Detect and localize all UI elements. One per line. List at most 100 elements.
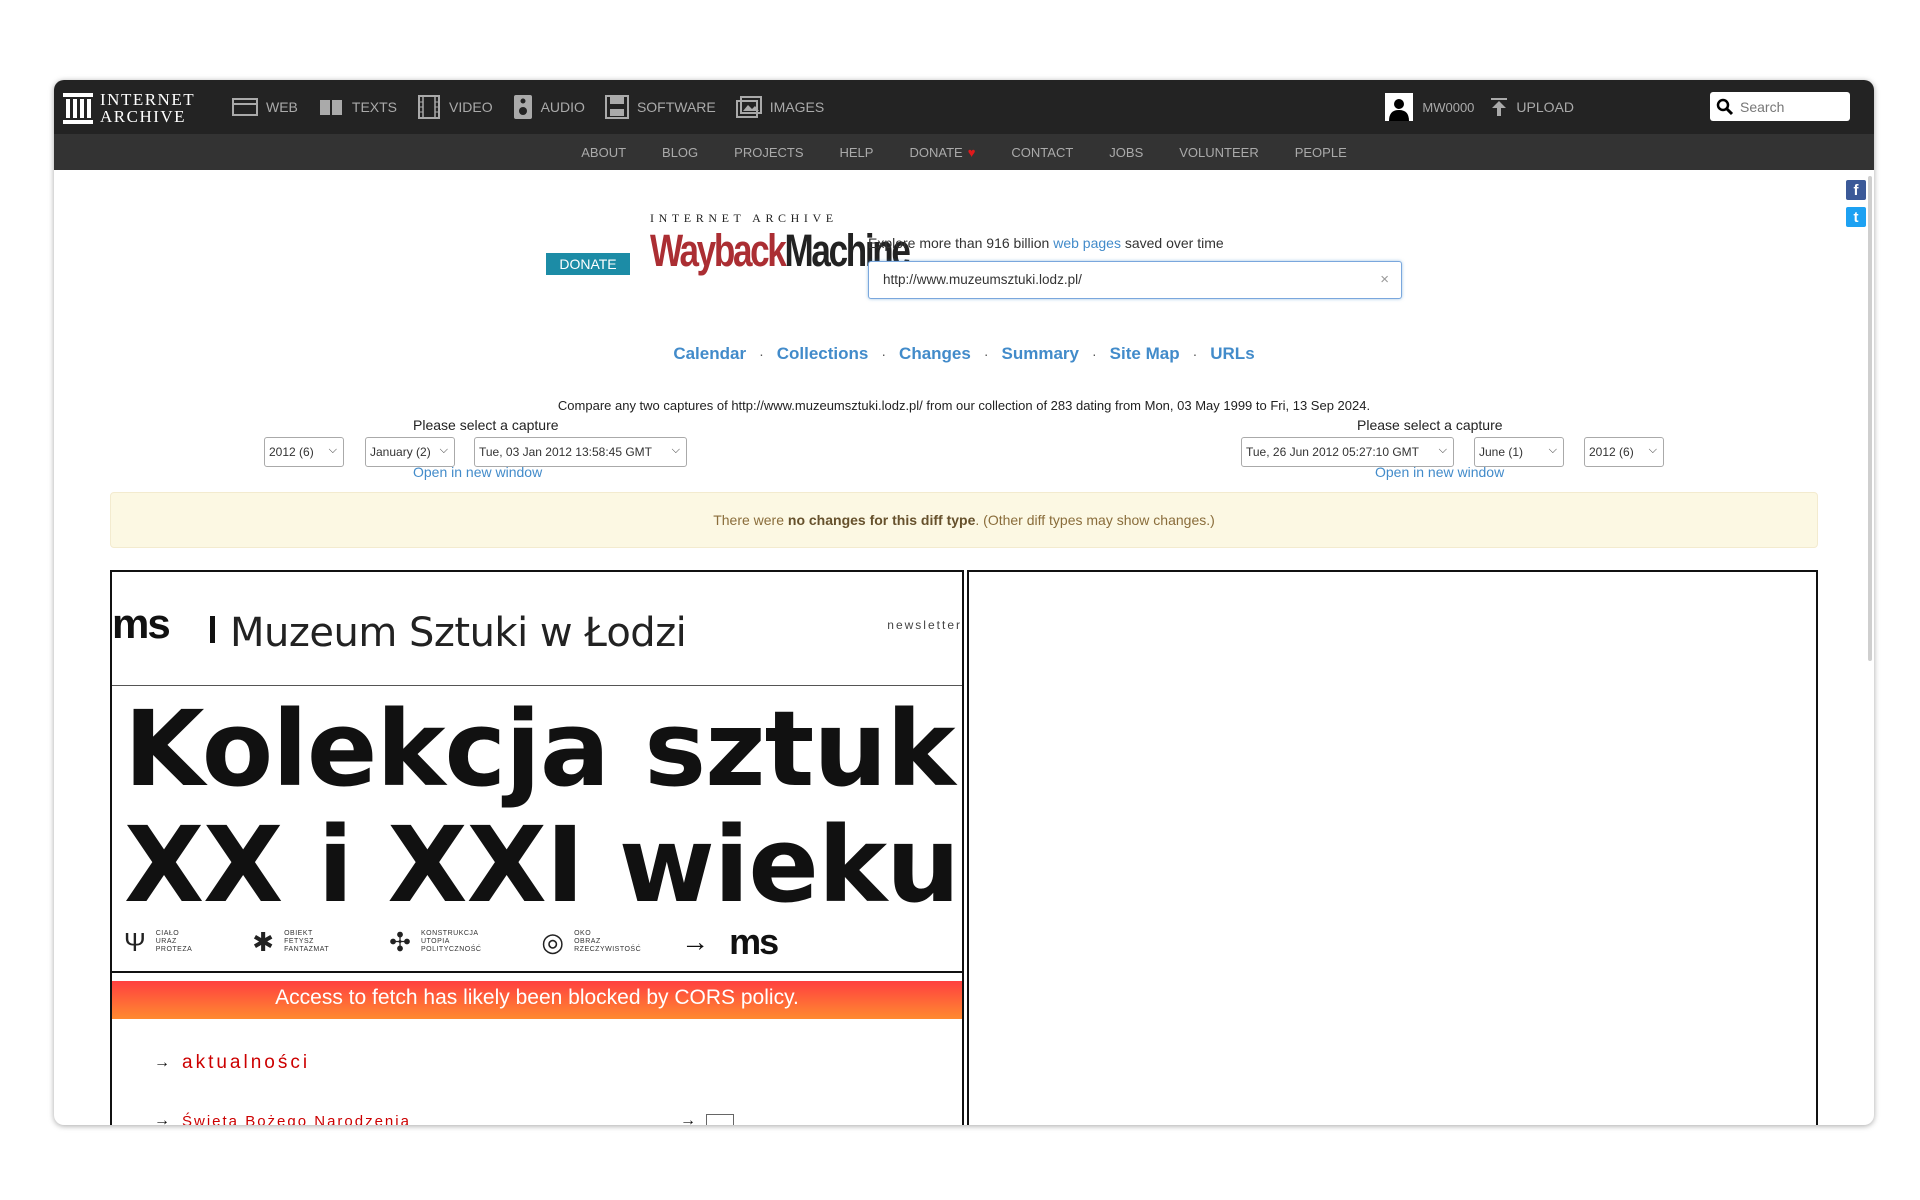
news-item[interactable]: → Święta Bożego Narodzenia	[154, 1112, 411, 1125]
banner-icon-text: CIAŁO	[155, 930, 180, 937]
right-diff-pane[interactable]	[967, 570, 1818, 1125]
search-box[interactable]	[1710, 92, 1850, 121]
right-year-select[interactable]: 2012 (6) ⌵	[1584, 437, 1664, 467]
banner-icon-construction: ✣ KONSTRUKCJA UTOPIA POLITYCZNOŚĆ	[389, 927, 481, 958]
banner-icon-text: UTOPIA	[420, 938, 450, 945]
user-area: MW0000 UPLOAD	[1385, 80, 1574, 134]
nav-projects[interactable]: PROJECTS	[734, 145, 803, 160]
tab-site-map[interactable]: Site Map	[1110, 344, 1180, 364]
tab-separator: ·	[759, 346, 764, 362]
right-timestamp-value: Tue, 26 Jun 2012 05:27:10 GMT	[1246, 445, 1419, 459]
user-avatar[interactable]	[1385, 93, 1414, 121]
heart-icon: ♥	[967, 144, 976, 160]
twitter-icon[interactable]: t	[1846, 207, 1866, 227]
top-navbar: INTERNET ARCHIVE WEB TEXTS VIDEO AUDIO S…	[54, 80, 1874, 134]
wayback-donate-button[interactable]: DONATE	[546, 253, 630, 275]
social-share: f t	[1846, 180, 1866, 234]
tab-summary[interactable]: Summary	[1002, 344, 1079, 364]
banner-line-2: XX i XXI wieku	[124, 804, 960, 926]
nav-contact[interactable]: CONTACT	[1011, 145, 1073, 160]
left-capture-label: Please select a capture	[413, 417, 559, 433]
right-open-new-window[interactable]: Open in new window	[1375, 464, 1504, 480]
nav-people[interactable]: PEOPLE	[1295, 145, 1347, 160]
arrow-right-icon: →	[154, 1112, 170, 1125]
construction-icon: ✣	[389, 926, 411, 957]
left-diff-pane[interactable]: ms Muzeum Sztuki w Łodzi newsletter Kole…	[110, 570, 964, 1125]
tab-separator: ·	[983, 346, 989, 362]
left-month-value: January (2)	[370, 445, 431, 459]
left-month-select[interactable]: January (2) ⌵	[365, 437, 455, 467]
username[interactable]: MW0000	[1422, 100, 1474, 115]
tab-changes[interactable]: Changes	[899, 344, 971, 364]
tab-calendar[interactable]: Calendar	[673, 344, 746, 364]
page-scrollbar[interactable]	[1868, 176, 1872, 661]
nav-volunteer[interactable]: VOLUNTEER	[1179, 145, 1258, 160]
nav-about[interactable]: ABOUT	[581, 145, 626, 160]
media-web[interactable]: WEB	[232, 97, 298, 117]
facebook-icon[interactable]: f	[1846, 180, 1866, 200]
chevron-down-icon: ⌵	[328, 444, 337, 456]
images-icon	[735, 96, 762, 118]
nav-jobs[interactable]: JOBS	[1109, 145, 1143, 160]
browser-window: INTERNET ARCHIVE WEB TEXTS VIDEO AUDIO S…	[54, 80, 1874, 1125]
chevron-down-icon: ⌵	[671, 444, 680, 456]
left-timestamp-select[interactable]: Tue, 03 Jan 2012 13:58:45 GMT ⌵	[474, 437, 687, 467]
collection-banner[interactable]: Kolekcja sztuki XX i XXI wieku Ψ CIAŁO URA…	[112, 687, 962, 973]
nav-donate-label: DONATE	[909, 144, 963, 160]
wayback-tabs: Calendar · Collections · Changes · Summa…	[54, 344, 1874, 364]
right-month-select[interactable]: June (1) ⌵	[1474, 437, 1564, 467]
chevron-down-icon: ⌵	[1648, 444, 1657, 456]
diff-notice: There were no changes for this diff type…	[110, 492, 1818, 548]
compare-description: Compare any two captures of http://www.m…	[557, 398, 1371, 413]
banner-icon-text: FETYSZ	[284, 938, 314, 945]
media-video-label: VIDEO	[449, 99, 493, 115]
nav-donate[interactable]: DONATE ♥	[909, 145, 975, 160]
image-thumbnail-icon[interactable]	[706, 1114, 734, 1125]
upload-button[interactable]: UPLOAD	[1490, 97, 1574, 117]
media-texts[interactable]: TEXTS	[318, 97, 397, 117]
news-heading[interactable]: → aktualności	[154, 1052, 310, 1074]
ms-logo-separator	[210, 616, 215, 643]
media-software[interactable]: SOFTWARE	[604, 95, 716, 119]
archive-building-icon	[63, 93, 93, 124]
banner-icon-text: KONSTRUKCJA	[420, 930, 479, 937]
ms-logo[interactable]: ms	[112, 600, 171, 648]
media-web-label: WEB	[266, 99, 298, 115]
banner-arrow-icon: →	[681, 926, 710, 957]
left-timestamp-value: Tue, 03 Jan 2012 13:58:45 GMT	[479, 445, 652, 459]
newsletter-link[interactable]: newsletter	[887, 618, 962, 632]
notice-post: . (Other diff types may show changes.)	[975, 512, 1215, 528]
clear-url-icon[interactable]: ×	[1380, 271, 1389, 288]
tab-collections[interactable]: Collections	[777, 344, 869, 364]
nav-help[interactable]: HELP	[840, 145, 874, 160]
web-pages-link[interactable]: web pages	[1053, 235, 1121, 251]
left-year-value: 2012 (6)	[269, 445, 314, 459]
banner-icon-text: RZECZYWISTOŚĆ	[574, 946, 642, 953]
secondary-nav: ABOUT BLOG PROJECTS HELP DONATE ♥ CONTACT…	[54, 134, 1874, 170]
chevron-down-icon: ⌵	[439, 444, 448, 456]
arrow-right-icon: →	[154, 1054, 170, 1071]
media-audio[interactable]: AUDIO	[513, 94, 585, 120]
wayback-url-field[interactable]: ×	[868, 261, 1402, 299]
right-year-value: 2012 (6)	[1589, 445, 1634, 459]
search-icon	[1716, 98, 1734, 115]
right-timestamp-select[interactable]: Tue, 26 Jun 2012 05:27:10 GMT ⌵	[1241, 437, 1454, 467]
media-images[interactable]: IMAGES	[735, 96, 824, 118]
tab-urls[interactable]: URLs	[1210, 344, 1254, 364]
nav-blog[interactable]: BLOG	[662, 145, 698, 160]
media-audio-label: AUDIO	[540, 99, 585, 115]
left-open-new-window[interactable]: Open in new window	[413, 464, 542, 480]
banner-icons: Ψ CIAŁO URAZ PROTEZA ✱ OBIEKT FETYSZ FANTAZMAT…	[124, 921, 779, 963]
media-nav: WEB TEXTS VIDEO AUDIO SOFTWARE IMAGES	[232, 80, 844, 134]
video-icon	[418, 95, 441, 119]
wayback-url-input[interactable]	[881, 271, 1365, 288]
right-month-value: June (1)	[1479, 445, 1524, 459]
internet-archive-logo[interactable]: INTERNET ARCHIVE	[62, 88, 195, 128]
left-year-select[interactable]: 2012 (6) ⌵	[264, 437, 344, 467]
right-capture-label: Please select a capture	[1357, 417, 1503, 433]
banner-icon-text: URAZ	[155, 938, 177, 945]
chevron-down-icon: ⌵	[1548, 444, 1557, 456]
wayback-machine-logo[interactable]: INTERNET ARCHIVE WaybackMachine	[650, 211, 911, 274]
search-input[interactable]	[1738, 97, 1842, 116]
media-video[interactable]: VIDEO	[417, 95, 493, 119]
